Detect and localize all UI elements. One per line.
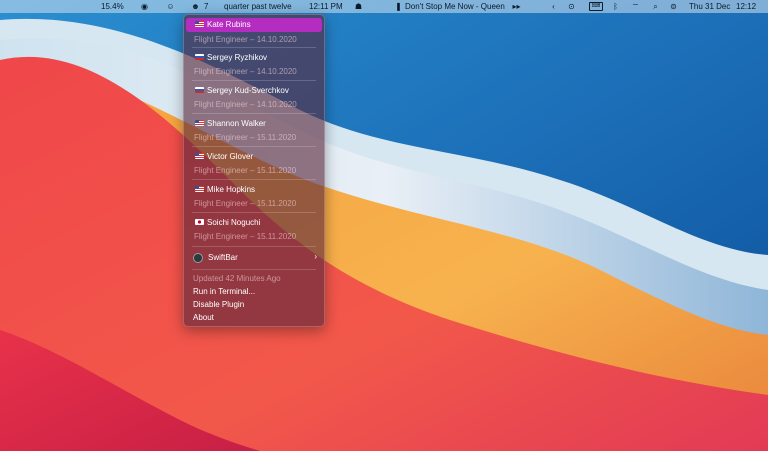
astronaut-name: Shannon Walker — [207, 119, 266, 128]
menu-separator — [192, 113, 316, 114]
astronaut-name: Soichi Noguchi — [207, 218, 261, 227]
astronaut-role: Flight Engineer – 14.10.2020 — [194, 100, 297, 109]
emoji-icon[interactable]: ☺ — [166, 2, 175, 11]
astronaut-role: Flight Engineer – 15.11.2020 — [194, 133, 297, 142]
astronaut-icon[interactable]: ☻ — [191, 2, 200, 11]
menu-separator — [192, 212, 316, 213]
ru-flag-icon — [195, 53, 204, 60]
desktop-wallpaper — [0, 0, 768, 451]
us-flag-icon — [195, 119, 204, 126]
small-clock[interactable]: 12:11 PM — [309, 0, 343, 13]
swiftbar-app-icon — [193, 253, 203, 263]
astronaut-role: Flight Engineer – 15.11.2020 — [194, 232, 297, 241]
astronaut-name: Victor Glover — [207, 152, 254, 161]
control-center-icon[interactable]: ⊜ — [669, 2, 678, 11]
menu-separator — [192, 80, 316, 81]
play-circle-icon[interactable]: ⊙ — [567, 2, 576, 11]
astronaut-role: Flight Engineer – 15.11.2020 — [194, 166, 297, 175]
menu-separator — [192, 146, 316, 147]
run-in-terminal-item[interactable]: Run in Terminal... — [193, 286, 255, 298]
menu-separator — [192, 269, 316, 270]
us-flag-icon — [195, 20, 204, 27]
ru-flag-icon — [195, 86, 204, 93]
us-flag-icon — [195, 185, 204, 192]
menu-separator — [192, 179, 316, 180]
battery-percentage[interactable]: 15.4% — [101, 0, 124, 13]
swiftbar-dropdown-menu: Kate Rubins Flight Engineer – 14.10.2020… — [183, 14, 325, 327]
menu-bar: 15.4% ◉ ☺ ☻ 7 quarter past twelve 12:11 … — [0, 0, 768, 13]
swiftbar-submenu-item[interactable]: SwiftBar › — [184, 251, 324, 265]
time-label[interactable]: 12:12 — [736, 0, 756, 13]
ghost-icon[interactable]: ☗ — [354, 2, 363, 11]
chevron-left-icon[interactable]: ‹ — [549, 2, 558, 11]
astronaut-name: Sergey Kud-Sverchkov — [207, 86, 289, 95]
pause-icon[interactable]: ❚ — [394, 2, 403, 11]
menu-separator — [192, 246, 316, 247]
updated-label: Updated 42 Minutes Ago — [193, 274, 281, 283]
fuzzy-clock[interactable]: quarter past twelve — [224, 0, 292, 13]
astronaut-role: Flight Engineer – 14.10.2020 — [194, 35, 297, 44]
search-icon[interactable]: ⌕ — [651, 2, 660, 11]
date-label[interactable]: Thu 31 Dec — [689, 0, 730, 13]
astronaut-name: Kate Rubins — [207, 20, 251, 29]
globe-icon[interactable]: ◉ — [140, 2, 149, 11]
bluetooth-icon[interactable]: ᛒ — [611, 2, 620, 11]
chevron-right-icon: › — [314, 252, 317, 261]
about-item[interactable]: About — [193, 312, 214, 324]
now-playing[interactable]: Don't Stop Me Now - Queen — [405, 0, 505, 13]
astronaut-name: Sergey Ryzhikov — [207, 53, 268, 62]
astronaut-role: Flight Engineer – 14.10.2020 — [194, 67, 297, 76]
swiftbar-count[interactable]: 7 — [204, 0, 208, 13]
astronaut-role: Flight Engineer – 15.11.2020 — [194, 199, 297, 208]
menu-separator — [192, 47, 316, 48]
fast-forward-icon[interactable]: ▸▸ — [512, 2, 521, 11]
wifi-off-icon[interactable]: ⌔ — [631, 2, 640, 11]
jp-flag-icon — [195, 218, 204, 225]
us-flag-icon — [195, 152, 204, 159]
disable-plugin-item[interactable]: Disable Plugin — [193, 299, 244, 311]
astronaut-name: Mike Hopkins — [207, 185, 256, 194]
swiftbar-label: SwiftBar — [208, 253, 238, 262]
keyboard-icon[interactable]: ⌨ — [589, 2, 603, 11]
